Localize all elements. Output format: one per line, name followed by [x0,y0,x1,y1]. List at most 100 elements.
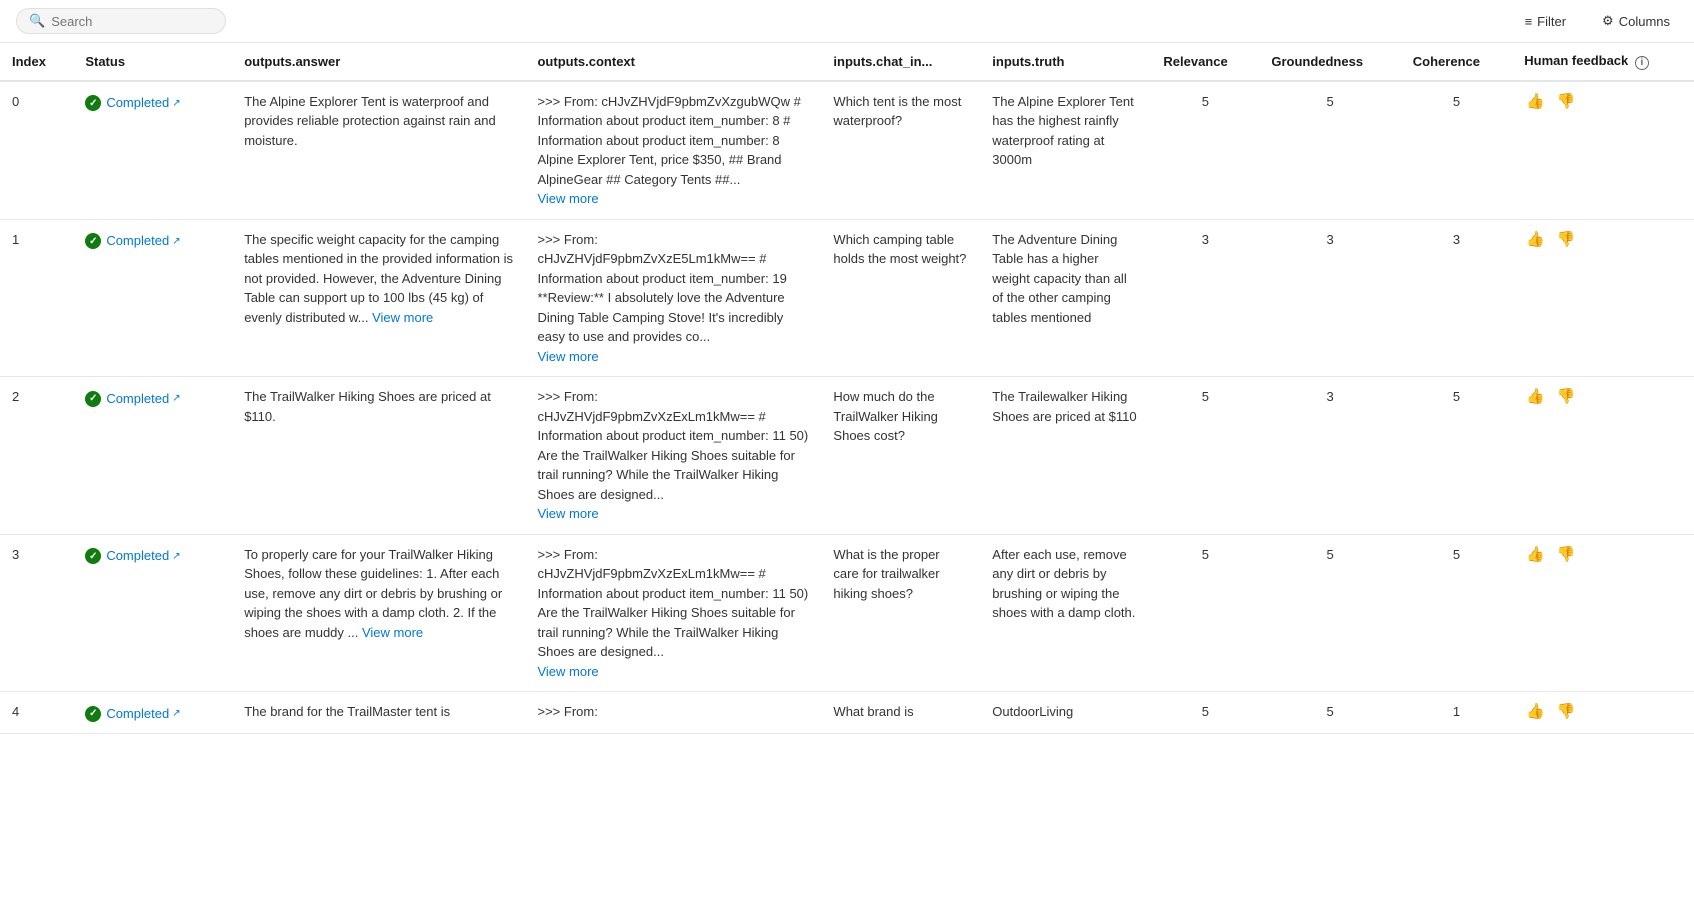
answer-text: The TrailWalker Hiking Shoes are priced … [244,389,491,424]
filter-button[interactable]: ≡ Filter [1517,10,1574,33]
cell-index: 2 [0,377,73,535]
context-view-more[interactable]: View more [537,191,598,206]
cell-coherence: 5 [1401,534,1512,692]
cell-status: Completed ↗ [73,377,232,535]
context-view-more[interactable]: View more [537,349,598,364]
cell-human-feedback: 👍 👎 [1512,692,1694,734]
cell-status: Completed ↗ [73,219,232,377]
search-icon: 🔍 [29,13,45,29]
col-header-answer: outputs.answer [232,43,525,81]
thumbs-down-button[interactable]: 👎 [1555,387,1578,406]
table-row: 1 Completed ↗ The specific weight capaci… [0,219,1694,377]
cell-chat-in: What brand is [821,692,980,734]
thumbs-down-button[interactable]: 👎 [1555,230,1578,249]
cell-index: 3 [0,534,73,692]
context-text: >>> From: cHJvZHVjdF9pbmZvXzgubWQw # Inf… [537,94,800,187]
cell-answer: To properly care for your TrailWalker Hi… [232,534,525,692]
feedback-icons: 👍 👎 [1524,702,1682,721]
cell-coherence: 3 [1401,219,1512,377]
completed-icon [85,548,101,564]
cell-context: >>> From: [525,692,821,734]
feedback-icons: 👍 👎 [1524,92,1682,111]
cell-human-feedback: 👍 👎 [1512,219,1694,377]
context-text: >>> From: [537,704,597,719]
status-link[interactable]: Completed ↗ [106,93,180,113]
cell-context: >>> From: cHJvZHVjdF9pbmZvXzExLm1kMw== #… [525,377,821,535]
cell-relevance: 5 [1151,81,1259,220]
cell-status: Completed ↗ [73,692,232,734]
thumbs-down-button[interactable]: 👎 [1555,702,1578,721]
col-header-context: outputs.context [525,43,821,81]
context-text: >>> From: cHJvZHVjdF9pbmZvXzExLm1kMw== #… [537,389,808,502]
status-link[interactable]: Completed ↗ [106,389,180,409]
cell-answer: The TrailWalker Hiking Shoes are priced … [232,377,525,535]
cell-context: >>> From: cHJvZHVjdF9pbmZvXzgubWQw # Inf… [525,81,821,220]
cell-truth: The Trailewalker Hiking Shoes are priced… [980,377,1151,535]
thumbs-down-button[interactable]: 👎 [1555,545,1578,564]
status-link[interactable]: Completed ↗ [106,231,180,251]
table-row: 2 Completed ↗ The TrailWalker Hiking Sho… [0,377,1694,535]
col-header-groundedness: Groundedness [1259,43,1400,81]
col-header-index: Index [0,43,73,81]
context-text: >>> From: cHJvZHVjdF9pbmZvXzE5Lm1kMw== #… [537,232,786,345]
cell-status: Completed ↗ [73,534,232,692]
cell-coherence: 5 [1401,377,1512,535]
cell-groundedness: 5 [1259,692,1400,734]
external-link-icon: ↗ [172,706,180,721]
cell-index: 4 [0,692,73,734]
context-view-more[interactable]: View more [537,506,598,521]
context-view-more[interactable]: View more [537,664,598,679]
thumbs-up-button[interactable]: 👍 [1524,92,1547,111]
completed-icon [85,233,101,249]
answer-view-more[interactable]: View more [372,310,433,325]
cell-answer: The Alpine Explorer Tent is waterproof a… [232,81,525,220]
toolbar: 🔍 ≡ Filter ⚙ Columns [0,0,1694,43]
thumbs-down-button[interactable]: 👎 [1555,92,1578,111]
thumbs-up-button[interactable]: 👍 [1524,545,1547,564]
cell-truth: The Adventure Dining Table has a higher … [980,219,1151,377]
cell-truth: The Alpine Explorer Tent has the highest… [980,81,1151,220]
answer-text: The brand for the TrailMaster tent is [244,704,450,719]
cell-chat-in: How much do the TrailWalker Hiking Shoes… [821,377,980,535]
cell-chat-in: What is the proper care for trailwalker … [821,534,980,692]
cell-groundedness: 5 [1259,534,1400,692]
thumbs-up-button[interactable]: 👍 [1524,230,1547,249]
status-link[interactable]: Completed ↗ [106,546,180,566]
columns-label: Columns [1619,14,1670,29]
table-container: Index Status outputs.answer outputs.cont… [0,43,1694,734]
cell-truth: After each use, remove any dirt or debri… [980,534,1151,692]
thumbs-up-button[interactable]: 👍 [1524,702,1547,721]
feedback-icons: 👍 👎 [1524,230,1682,249]
results-table: Index Status outputs.answer outputs.cont… [0,43,1694,734]
status-badge: Completed ↗ [85,93,180,113]
cell-truth: OutdoorLiving [980,692,1151,734]
status-link[interactable]: Completed ↗ [106,704,180,724]
table-row: 0 Completed ↗ The Alpine Explorer Tent i… [0,81,1694,220]
cell-index: 0 [0,81,73,220]
table-row: 4 Completed ↗ The brand for the TrailMas… [0,692,1694,734]
cell-index: 1 [0,219,73,377]
cell-human-feedback: 👍 👎 [1512,534,1694,692]
context-text: >>> From: cHJvZHVjdF9pbmZvXzExLm1kMw== #… [537,547,808,660]
cell-context: >>> From: cHJvZHVjdF9pbmZvXzExLm1kMw== #… [525,534,821,692]
thumbs-up-button[interactable]: 👍 [1524,387,1547,406]
feedback-info-icon[interactable]: i [1635,56,1649,70]
cell-relevance: 3 [1151,219,1259,377]
answer-view-more[interactable]: View more [362,625,423,640]
toolbar-right: ≡ Filter ⚙ Columns [1517,9,1678,33]
status-badge: Completed ↗ [85,546,180,566]
status-badge: Completed ↗ [85,231,180,251]
columns-button[interactable]: ⚙ Columns [1594,9,1678,33]
cell-human-feedback: 👍 👎 [1512,377,1694,535]
search-input[interactable] [51,14,213,29]
col-header-relevance: Relevance [1151,43,1259,81]
cell-answer: The brand for the TrailMaster tent is [232,692,525,734]
cell-relevance: 5 [1151,692,1259,734]
columns-icon: ⚙ [1602,13,1614,29]
search-box: 🔍 [16,8,226,34]
completed-icon [85,706,101,722]
cell-groundedness: 3 [1259,219,1400,377]
cell-status: Completed ↗ [73,81,232,220]
cell-answer: The specific weight capacity for the cam… [232,219,525,377]
cell-coherence: 5 [1401,81,1512,220]
